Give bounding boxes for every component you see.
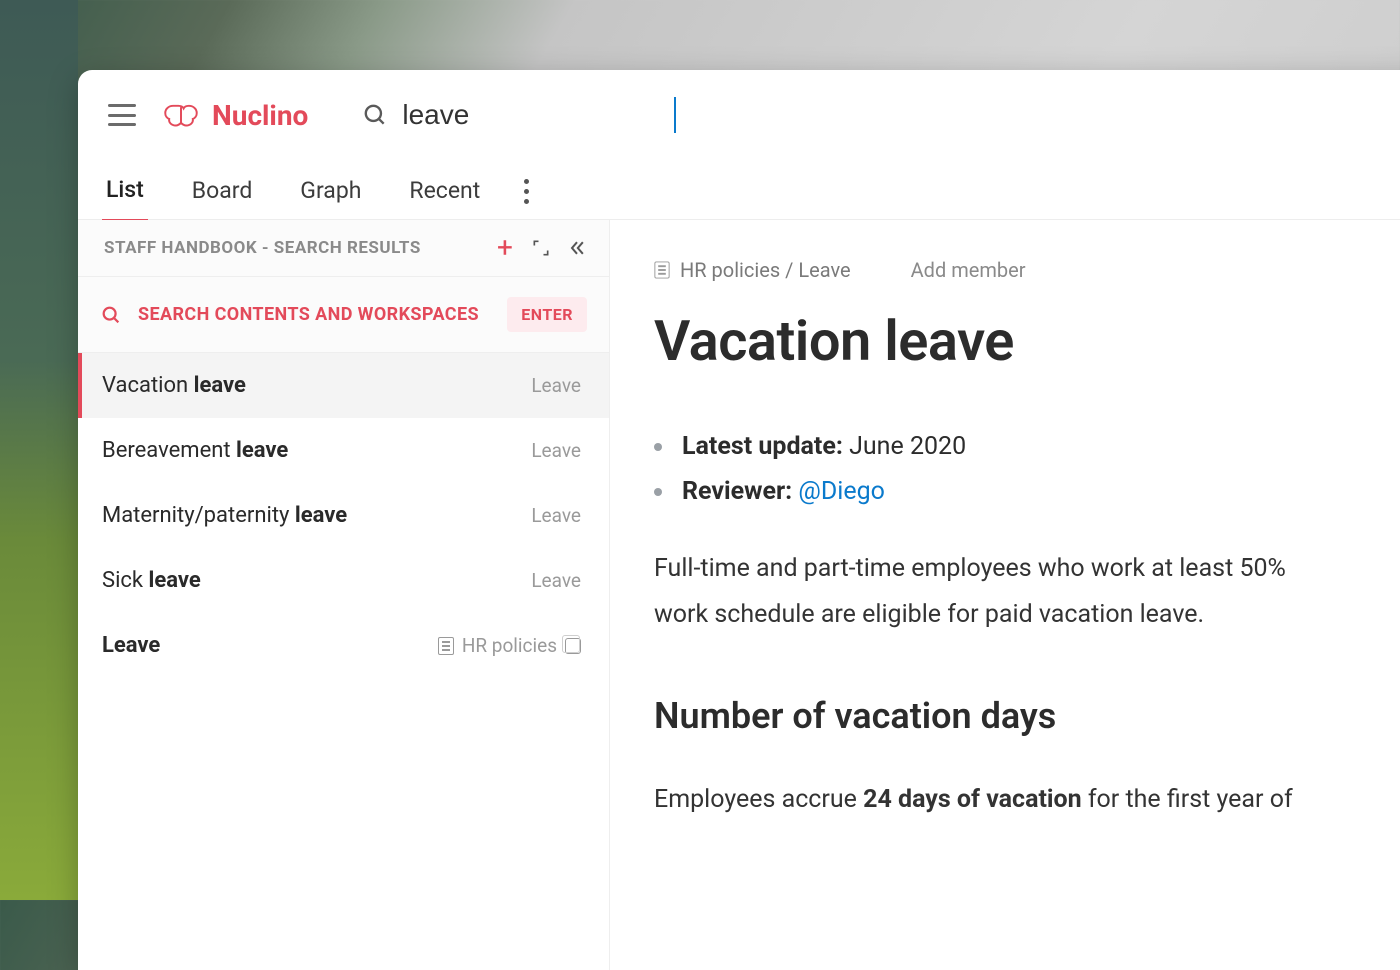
breadcrumb[interactable]: HR policies / Leave [654, 258, 851, 282]
main-split: STAFF HANDBOOK - SEARCH RESULTS + SEARCH… [78, 220, 1400, 970]
expand-icon[interactable] [531, 238, 551, 258]
tab-recent[interactable]: Recent [405, 177, 484, 220]
brain-icon [160, 94, 202, 136]
page-title: Vacation leave [654, 308, 1400, 374]
meta-reviewer: Reviewer: @Diego [654, 477, 1400, 506]
search-field[interactable] [362, 97, 676, 133]
search-result-item[interactable]: Vacation leaveLeave [78, 353, 609, 418]
text-caret [674, 97, 676, 133]
tab-list[interactable]: List [102, 176, 148, 222]
document-icon [438, 637, 454, 655]
result-title: Leave [102, 633, 160, 658]
brand-name: Nuclino [212, 99, 308, 132]
breadcrumb-row: HR policies / Leave Add member [654, 258, 1400, 282]
app-window: Nuclino List Board Graph Recent STAFF HA… [78, 70, 1400, 970]
desktop-wallpaper-left [0, 0, 78, 900]
result-title: Bereavement leave [102, 438, 531, 463]
search-icon [100, 304, 122, 326]
result-title: Vacation leave [102, 373, 531, 398]
app-logo[interactable]: Nuclino [160, 94, 308, 136]
body-paragraph: Employees accrue 24 days of vacation for… [654, 777, 1400, 823]
sidebar-title: STAFF HANDBOOK - SEARCH RESULTS [104, 238, 479, 258]
section-heading: Number of vacation days [654, 695, 1400, 737]
bullet-icon [654, 488, 662, 496]
search-result-item[interactable]: Bereavement leaveLeave [78, 418, 609, 483]
meta-latest-update: Latest update: June 2020 [654, 432, 1400, 461]
tab-graph[interactable]: Graph [296, 177, 365, 220]
enter-key-badge: ENTER [507, 297, 587, 332]
user-mention[interactable]: @Diego [798, 477, 885, 506]
document-icon [654, 261, 669, 278]
search-result-item[interactable]: Sick leaveLeave [78, 548, 609, 613]
hamburger-menu-icon[interactable] [108, 104, 136, 126]
body-paragraph: Full-time and part-time employees who wo… [654, 546, 1400, 639]
bullet-icon [654, 443, 662, 451]
search-input[interactable] [402, 99, 662, 131]
search-all-workspaces[interactable]: SEARCH CONTENTS AND WORKSPACES ENTER [78, 277, 609, 353]
search-cta-label: SEARCH CONTENTS AND WORKSPACES [138, 304, 491, 325]
result-category: Leave [531, 439, 581, 462]
result-category: Leave [531, 569, 581, 592]
collection-icon [565, 638, 581, 654]
meta-list: Latest update: June 2020 Reviewer: @Dieg… [654, 432, 1400, 506]
result-title: Sick leave [102, 568, 531, 593]
tab-board[interactable]: Board [188, 177, 257, 220]
result-category: Leave [531, 374, 581, 397]
add-item-icon[interactable]: + [495, 238, 515, 258]
top-bar: Nuclino [78, 70, 1400, 160]
search-result-item[interactable]: Maternity/paternity leaveLeave [78, 483, 609, 548]
document-pane: HR policies / Leave Add member Vacation … [610, 220, 1400, 970]
collapse-sidebar-icon[interactable] [567, 238, 587, 258]
search-result-collection[interactable]: Leave HR policies [78, 613, 609, 678]
view-tabs: List Board Graph Recent [78, 160, 1400, 220]
result-category: HR policies [438, 634, 581, 657]
search-icon [362, 102, 388, 128]
result-title: Maternity/paternity leave [102, 503, 531, 528]
search-results-sidebar: STAFF HANDBOOK - SEARCH RESULTS + SEARCH… [78, 220, 610, 970]
add-member-link[interactable]: Add member [911, 258, 1026, 282]
tab-more-icon[interactable] [524, 179, 530, 218]
sidebar-header: STAFF HANDBOOK - SEARCH RESULTS + [78, 220, 609, 277]
result-category: Leave [531, 504, 581, 527]
